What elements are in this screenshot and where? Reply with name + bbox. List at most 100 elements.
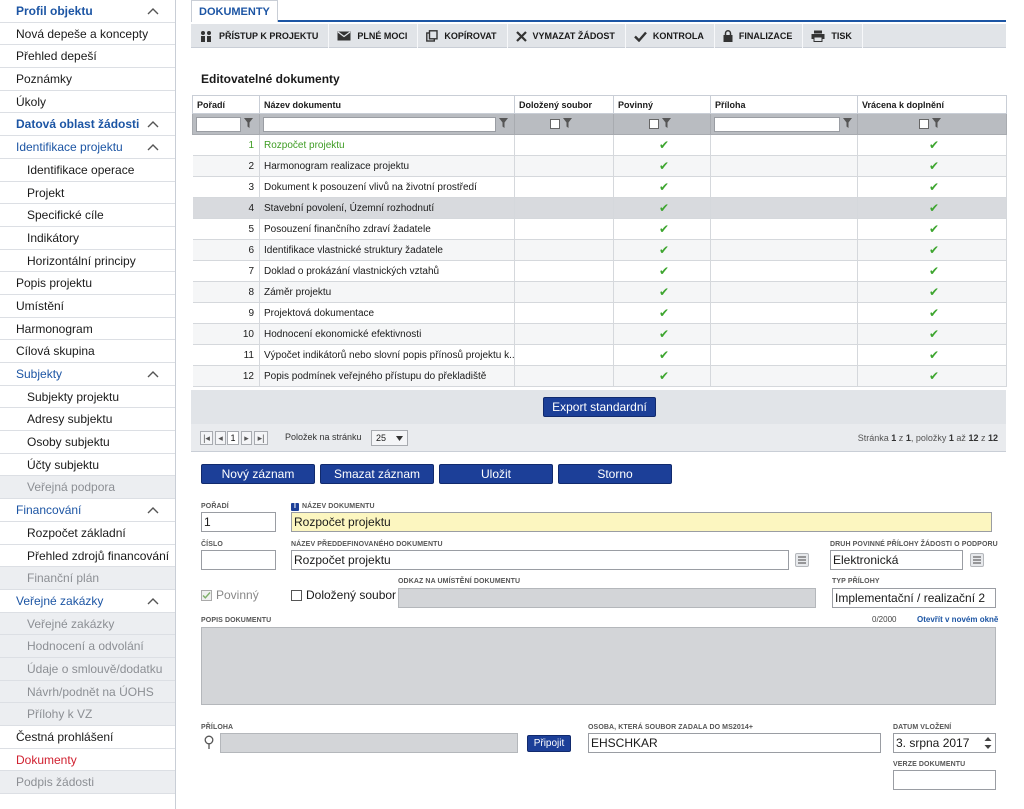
- sidebar-item[interactable]: Adresy subjektu: [0, 408, 175, 432]
- chevron-up-icon[interactable]: [147, 5, 159, 17]
- sidebar-item[interactable]: Návrh/podnět na ÚOHS: [0, 680, 175, 704]
- filter-checkbox-povinny[interactable]: [649, 119, 659, 130]
- column-header[interactable]: Příloha: [710, 95, 858, 114]
- sidebar-item[interactable]: Účty subjektu: [0, 454, 175, 477]
- funnel-icon[interactable]: [662, 117, 671, 131]
- toolbar-button[interactable]: KONTROLA: [626, 24, 715, 48]
- funnel-icon[interactable]: [563, 117, 572, 131]
- pripojit-button[interactable]: Připojit: [527, 735, 571, 752]
- sidebar-item[interactable]: Identifikace operace: [0, 159, 175, 182]
- column-header[interactable]: Povinný: [613, 95, 711, 114]
- delete-record-button[interactable]: Smazat záznam: [320, 464, 434, 484]
- table-row[interactable]: 5 Posouzení finančního zdraví žadatele ✔ ✔: [192, 218, 1007, 240]
- sidebar-item[interactable]: Indikátory: [0, 227, 175, 250]
- chevron-up-icon[interactable]: [147, 595, 159, 607]
- column-header[interactable]: Doložený soubor: [514, 95, 614, 114]
- sidebar-item[interactable]: Subjekty projektu: [0, 386, 175, 409]
- sidebar-item[interactable]: Přehled depeší: [0, 45, 175, 69]
- sidebar-item[interactable]: Čestná prohlášení: [0, 726, 175, 749]
- list-icon[interactable]: [970, 553, 984, 567]
- povinny-checkbox[interactable]: [201, 590, 212, 601]
- sidebar-item[interactable]: Údaje o smlouvě/dodatku: [0, 657, 175, 681]
- osoba-field[interactable]: EHSCHKAR: [588, 733, 881, 753]
- toolbar-button[interactable]: PŘÍSTUP K PROJEKTU: [191, 24, 330, 48]
- sidebar-item[interactable]: Horizontální principy: [0, 250, 175, 273]
- last-page-icon[interactable]: ▸|: [254, 431, 268, 445]
- filter-input-poradi[interactable]: [196, 116, 241, 132]
- sidebar-item[interactable]: Subjekty: [0, 363, 175, 386]
- export-standard-button[interactable]: Export standardní: [543, 397, 656, 417]
- filter-input-nazev[interactable]: [263, 116, 496, 132]
- table-row[interactable]: 4 Stavební povolení, Územní rozhodnutí ✔ ✔: [192, 197, 1007, 219]
- funnel-icon[interactable]: [843, 117, 852, 131]
- table-row[interactable]: 1 Rozpočet projektu ✔ ✔: [192, 134, 1007, 156]
- typ-field[interactable]: Implementační / realizační 2: [832, 588, 996, 608]
- sidebar-item[interactable]: Přílohy k VZ: [0, 703, 175, 726]
- sidebar-item[interactable]: Financování: [0, 499, 175, 522]
- chevron-up-icon[interactable]: [147, 141, 159, 153]
- popis-textarea[interactable]: [201, 627, 996, 705]
- table-row[interactable]: 10 Hodnocení ekonomické efektivnosti ✔ ✔: [192, 323, 1007, 345]
- datum-field[interactable]: 3. srpna 2017: [893, 733, 996, 753]
- dolozeny-checkbox[interactable]: [291, 590, 302, 601]
- sidebar-item[interactable]: Cílová skupina: [0, 340, 175, 363]
- sidebar-item[interactable]: Úkoly: [0, 91, 175, 114]
- sidebar-item[interactable]: Datová oblast žádosti: [0, 113, 175, 137]
- column-header[interactable]: Pořadí: [192, 95, 260, 114]
- table-row[interactable]: 3 Dokument k posouzení vlivů na životní p…: [192, 176, 1007, 198]
- toolbar-button[interactable]: KOPÍROVAT: [418, 24, 508, 48]
- table-row[interactable]: 9 Projektová dokumentace ✔ ✔: [192, 302, 1007, 324]
- sidebar-item[interactable]: Veřejné zakázky: [0, 590, 175, 613]
- tab-dokumenty[interactable]: DOKUMENTY: [191, 0, 278, 22]
- sidebar-item[interactable]: Umístění: [0, 295, 175, 318]
- sidebar-item[interactable]: Identifikace projektu: [0, 136, 175, 159]
- save-button[interactable]: Uložit: [439, 464, 553, 484]
- first-page-icon[interactable]: |◂: [200, 431, 213, 445]
- filter-checkbox-dolozeny[interactable]: [550, 119, 560, 130]
- table-row[interactable]: 8 Záměr projektu ✔ ✔: [192, 281, 1007, 303]
- open-new-window-link[interactable]: Otevřít v novém okně: [917, 615, 998, 624]
- cancel-button[interactable]: Storno: [558, 464, 672, 484]
- sidebar-item[interactable]: Nová depeše a koncepty: [0, 23, 175, 46]
- funnel-icon[interactable]: [932, 117, 941, 131]
- sidebar-item[interactable]: Poznámky: [0, 68, 175, 91]
- chevron-up-icon[interactable]: [147, 504, 159, 516]
- filter-input-priloha[interactable]: [714, 116, 840, 132]
- sidebar-item[interactable]: Finanční plán: [0, 567, 175, 590]
- sidebar-item[interactable]: Profil objektu: [0, 0, 175, 23]
- toolbar-button[interactable]: FINALIZACE: [715, 24, 804, 48]
- sidebar-item[interactable]: Projekt: [0, 182, 175, 205]
- chevron-up-icon[interactable]: [147, 368, 159, 380]
- druh-field[interactable]: Elektronická: [830, 550, 963, 570]
- sidebar-item[interactable]: Veřejné zakázky: [0, 612, 175, 636]
- page-number-input[interactable]: 1: [227, 431, 239, 445]
- toolbar-button[interactable]: TISK: [803, 24, 863, 48]
- table-row[interactable]: 2 Harmonogram realizace projektu ✔ ✔: [192, 155, 1007, 177]
- filter-checkbox-vracena[interactable]: [919, 119, 929, 130]
- predef-field[interactable]: Rozpočet projektu: [291, 550, 789, 570]
- nazev-field[interactable]: Rozpočet projektu: [291, 512, 992, 532]
- priloha-field[interactable]: [220, 733, 518, 753]
- stepper-icon[interactable]: [984, 736, 992, 750]
- table-row[interactable]: 6 Identifikace vlastnické struktury žadat…: [192, 239, 1007, 261]
- sidebar-item[interactable]: Specifické cíle: [0, 204, 175, 227]
- table-row[interactable]: 12 Popis podmínek veřejného přístupu do p…: [192, 365, 1007, 387]
- table-row[interactable]: 7 Doklad o prokázání vlastnických vztahů ✔…: [192, 260, 1007, 282]
- table-row[interactable]: 11 Výpočet indikátorů nebo slovní popis p…: [192, 344, 1007, 366]
- column-header[interactable]: Název dokumentu: [259, 95, 515, 114]
- funnel-icon[interactable]: [244, 117, 253, 131]
- sidebar-item[interactable]: Harmonogram: [0, 318, 175, 341]
- verze-field[interactable]: [893, 770, 996, 790]
- cislo-field[interactable]: [201, 550, 276, 570]
- sidebar-item[interactable]: Dokumenty: [0, 749, 175, 772]
- sidebar-item[interactable]: Přehled zdrojů financování: [0, 545, 175, 568]
- chevron-up-icon[interactable]: [147, 118, 159, 130]
- column-header[interactable]: Vrácena k doplnění: [857, 95, 1007, 114]
- sidebar-item[interactable]: Rozpočet základní: [0, 522, 175, 545]
- sidebar-item[interactable]: Veřejná podpora: [0, 476, 175, 500]
- per-page-select[interactable]: 25: [371, 430, 408, 446]
- next-page-icon[interactable]: ▸: [241, 431, 252, 445]
- odkaz-field[interactable]: [398, 588, 816, 608]
- funnel-icon[interactable]: [499, 117, 508, 131]
- sidebar-item[interactable]: Osoby subjektu: [0, 431, 175, 454]
